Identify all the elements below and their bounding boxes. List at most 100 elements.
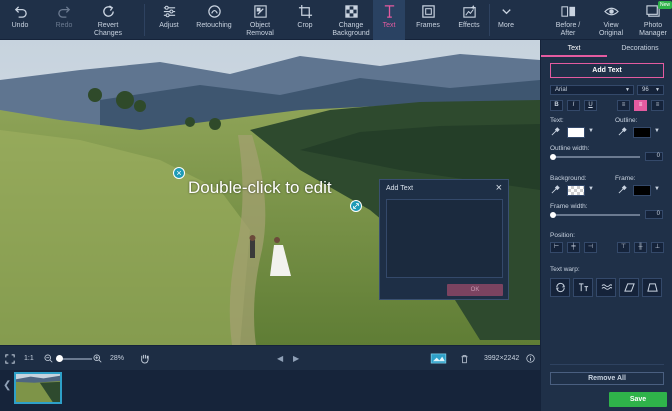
revert-changes-button[interactable]: Revert Changes (88, 0, 128, 40)
change-background-button[interactable]: Change Background (328, 0, 374, 40)
frame-eyedropper-button[interactable] (618, 185, 627, 196)
toolbar-divider (489, 4, 490, 36)
eyedropper-icon (551, 127, 560, 136)
eraser-icon (253, 5, 267, 18)
photo-manager-button[interactable]: Photo Manager New (634, 0, 672, 40)
before-after-button[interactable]: Before / After (548, 0, 588, 40)
outline-width-slider[interactable] (552, 156, 640, 158)
warp-slant-button[interactable] (619, 278, 639, 297)
align-center-button[interactable]: ≡ (634, 100, 647, 111)
frame-color-swatch[interactable] (633, 185, 651, 196)
main-toolbar: Undo Redo Revert Changes Adjust Retouchi… (0, 0, 672, 40)
dialog-ok-button[interactable]: OK (447, 284, 503, 296)
frame-width-value[interactable]: 0 (645, 210, 663, 219)
align-horizontal-center-button[interactable]: ╪ (567, 242, 580, 253)
background-color-dropdown[interactable]: ▼ (588, 186, 594, 192)
align-horizontal-left-button[interactable]: ⊢ (550, 242, 563, 253)
font-size-select[interactable]: 96 ▼ (637, 85, 664, 95)
outline-color-dropdown[interactable]: ▼ (654, 128, 660, 134)
save-button[interactable]: Save (609, 392, 667, 407)
close-icon: × (176, 168, 182, 178)
actual-size-button[interactable]: 1:1 (24, 346, 34, 371)
effects-button[interactable]: Effects (452, 0, 486, 40)
align-right-button[interactable]: ≡ (651, 100, 664, 111)
info-button[interactable] (526, 346, 535, 371)
fit-to-screen-button[interactable] (5, 346, 15, 371)
status-bar: 1:1 28% ◀ ▶ 3992×2242 (0, 345, 540, 370)
next-image-button[interactable]: ▶ (293, 346, 299, 371)
zoom-slider-handle[interactable] (56, 355, 63, 362)
text-input-area[interactable] (386, 199, 503, 278)
view-original-button[interactable]: View Original (593, 0, 629, 40)
background-color-swatch[interactable] (567, 185, 585, 196)
tab-text[interactable]: Text (541, 40, 607, 57)
zoom-in-button[interactable] (93, 346, 102, 371)
align-horizontal-right-button[interactable]: ⊣ (584, 242, 597, 253)
revert-changes-label: Revert Changes (93, 22, 123, 37)
zoom-out-button[interactable] (44, 346, 53, 371)
underline-button[interactable]: U (584, 100, 597, 111)
undo-button[interactable]: Undo (4, 0, 36, 40)
delete-text-handle[interactable]: × (173, 167, 185, 179)
position-label: Position: (550, 232, 575, 239)
align-vertical-top-button[interactable]: ⊤ (617, 242, 630, 253)
text-color-swatch[interactable] (567, 127, 585, 138)
outline-color-swatch[interactable] (633, 127, 651, 138)
align-vertical-bottom-button[interactable]: ⊥ (651, 242, 664, 253)
warp-arc-button[interactable] (550, 278, 570, 297)
previous-image-button[interactable]: ◀ (277, 346, 283, 371)
align-right-icon: ≡ (655, 102, 660, 108)
font-family-select[interactable]: Arial ▼ (550, 85, 634, 95)
info-icon (526, 354, 535, 363)
frame-width-slider[interactable] (552, 214, 640, 216)
crop-button[interactable]: Crop (288, 0, 322, 40)
warp-wave-button[interactable] (596, 278, 616, 297)
frame-width-handle[interactable] (550, 212, 556, 218)
object-removal-button[interactable]: Object Removal (240, 0, 280, 40)
new-badge: New (658, 1, 672, 9)
delete-image-button[interactable] (460, 346, 469, 371)
eye-icon (603, 7, 619, 16)
add-text-button[interactable]: Add Text (550, 63, 664, 78)
align-vertical-middle-button[interactable]: ╫ (634, 242, 647, 253)
view-original-label: View Original (598, 22, 624, 37)
text-overlay[interactable]: Double-click to edit (188, 178, 332, 198)
frames-button[interactable]: Frames (411, 0, 445, 40)
background-eyedropper-button[interactable] (551, 185, 560, 196)
text-eyedropper-button[interactable] (551, 127, 560, 138)
image-info-button[interactable] (430, 346, 447, 371)
image-canvas[interactable]: Double-click to edit × Add Text × OK (0, 40, 540, 345)
more-button[interactable]: More (492, 0, 520, 40)
frame-color-dropdown[interactable]: ▼ (654, 186, 660, 192)
outline-eyedropper-button[interactable] (618, 127, 627, 138)
retouching-label: Retouching (196, 22, 232, 29)
tab-decorations[interactable]: Decorations (607, 40, 672, 57)
caret-down-icon: ▼ (655, 87, 660, 93)
resize-text-handle[interactable] (350, 200, 362, 212)
italic-button[interactable]: I (567, 100, 580, 111)
redo-button[interactable]: Redo (48, 0, 80, 40)
align-v-top-icon: ⊤ (620, 244, 627, 250)
bold-button[interactable]: B (550, 100, 563, 111)
retouching-button[interactable]: Retouching (192, 0, 236, 40)
adjust-button[interactable]: Adjust (152, 0, 186, 40)
dialog-close-button[interactable]: × (496, 182, 502, 194)
toolbar-divider (144, 4, 145, 36)
adjust-label: Adjust (159, 22, 179, 29)
remove-all-button[interactable]: Remove All (550, 372, 664, 385)
more-label: More (498, 22, 514, 29)
filmstrip-prev-arrow[interactable]: ❮ (3, 380, 11, 391)
align-left-icon: ≡ (621, 102, 626, 108)
text-tool-button[interactable]: Text (373, 0, 405, 40)
trapezoid-icon (646, 283, 658, 292)
filmstrip-thumbnail[interactable] (14, 372, 62, 404)
outline-width-value[interactable]: 0 (645, 152, 663, 161)
align-left-button[interactable]: ≡ (617, 100, 630, 111)
outline-width-handle[interactable] (550, 154, 556, 160)
warp-perspective-button[interactable] (642, 278, 662, 297)
warp-size-button[interactable] (573, 278, 593, 297)
hand-tool-button[interactable] (139, 346, 150, 371)
text-color-dropdown[interactable]: ▼ (588, 128, 594, 134)
zoom-in-icon (93, 354, 102, 363)
redo-icon (57, 6, 70, 18)
